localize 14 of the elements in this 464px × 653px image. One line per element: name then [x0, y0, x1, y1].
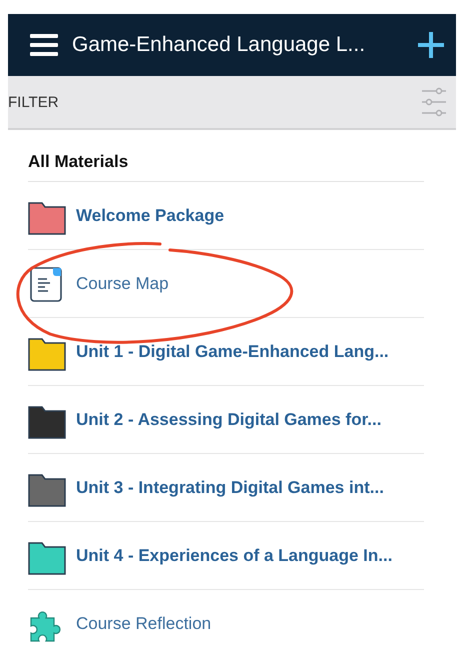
filter-label: FILTER: [8, 94, 59, 110]
material-link[interactable]: Course Reflection: [76, 614, 212, 634]
folder-link[interactable]: Unit 2 - Assessing Digital Games for...: [76, 410, 382, 430]
folder-link[interactable]: Unit 4 - Experiences of a Language In...: [76, 546, 392, 566]
sliders-icon[interactable]: [420, 85, 448, 119]
section-title: All Materials: [28, 152, 424, 182]
folder-link[interactable]: Welcome Package: [76, 206, 224, 226]
folder-link[interactable]: Unit 3 - Integrating Digital Games int...: [76, 478, 384, 498]
add-icon[interactable]: [418, 32, 444, 58]
folder-link[interactable]: Unit 1 - Digital Game-Enhanced Lang...: [76, 342, 389, 362]
material-link[interactable]: Course Map: [76, 274, 169, 294]
filter-bar[interactable]: FILTER: [8, 76, 456, 130]
page-title: Game-Enhanced Language L...: [72, 33, 366, 57]
menu-icon[interactable]: [30, 33, 58, 57]
